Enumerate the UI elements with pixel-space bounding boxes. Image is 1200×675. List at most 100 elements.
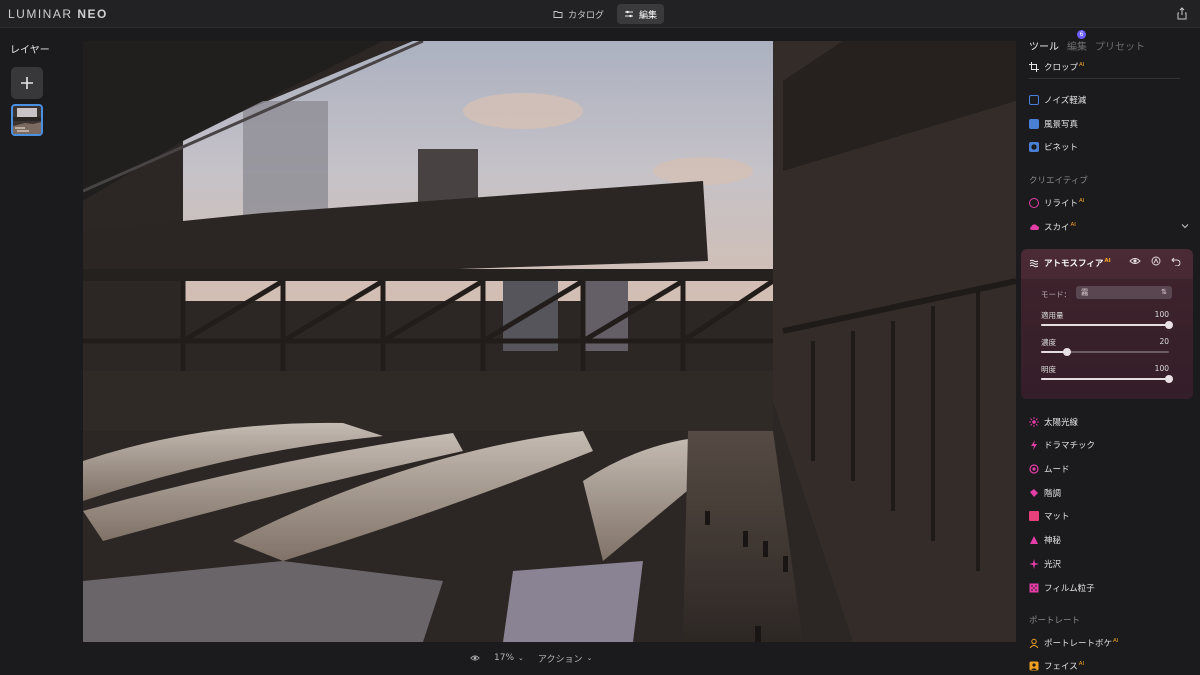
- tool-matte[interactable]: マット: [1029, 508, 1070, 524]
- layers-panel: レイヤー: [0, 28, 82, 675]
- tab-catalog[interactable]: カタログ: [546, 4, 611, 24]
- chevron-down-icon: ⌄: [586, 654, 593, 662]
- tool-face[interactable]: フェイスAI: [1029, 658, 1084, 674]
- tool-relight-label: リライトAI: [1044, 198, 1085, 209]
- bottom-bar: 17% ⌄ アクション ⌄: [470, 649, 592, 667]
- eye-icon: [470, 655, 480, 661]
- slider-knob[interactable]: [1062, 348, 1071, 356]
- reset-icon[interactable]: [1171, 256, 1181, 266]
- tool-portrait-bokeh[interactable]: ポートレートボケAI: [1029, 635, 1118, 651]
- tool-dramatic[interactable]: ドラマチック: [1029, 437, 1095, 453]
- app-window: LUMINAR NEO カタログ 編集 レイヤー 17% ⌄ アクション ⌄ ツ…: [0, 0, 1200, 675]
- tool-mystic-label: 神秘: [1044, 536, 1062, 546]
- actions-label: アクション: [537, 654, 583, 665]
- layer-thumbnail[interactable]: [11, 104, 43, 136]
- slider-fill: [1041, 324, 1169, 326]
- divider: [1029, 78, 1180, 79]
- glow-icon: [1029, 559, 1039, 569]
- edits-count-badge: 6: [1077, 30, 1086, 39]
- photo-image: [83, 41, 1016, 642]
- tool-noise-label: ノイズ軽減: [1044, 96, 1087, 106]
- tool-sunrays[interactable]: 太陽光線: [1029, 414, 1078, 430]
- atmosphere-controls: モード： 霧 ⇅ 適用量 100 濃度 20 明度 100: [1021, 279, 1193, 399]
- mystic-icon: [1030, 536, 1038, 544]
- section-creative: クリエイティブ: [1029, 176, 1088, 186]
- tool-vignette-label: ビネット: [1044, 143, 1079, 153]
- tool-glow-label: 光沢: [1044, 560, 1062, 570]
- tool-dramatic-label: ドラマチック: [1044, 441, 1096, 451]
- tab-edit[interactable]: 編集: [617, 4, 665, 24]
- tab-catalog-label: カタログ: [568, 10, 605, 21]
- tool-mystic[interactable]: 神秘: [1029, 532, 1061, 548]
- landscape-icon: [1029, 119, 1039, 129]
- sliders-icon: [625, 10, 634, 18]
- zoom-dropdown[interactable]: 17% ⌄: [494, 653, 524, 663]
- atmosphere-title: アトモスフィアAI: [1044, 258, 1111, 269]
- tab-edits[interactable]: 編集 6: [1067, 30, 1087, 53]
- tool-film-grain[interactable]: フィルム粒子: [1029, 580, 1095, 596]
- app-logo: LUMINAR NEO: [8, 7, 108, 21]
- slider-knob[interactable]: [1165, 375, 1173, 383]
- slider-amount-value: 100: [1154, 310, 1169, 319]
- mode-select[interactable]: 霧 ⇅: [1076, 286, 1172, 299]
- slider-lightness-label: 明度: [1041, 365, 1056, 374]
- slider-lightness-value: 100: [1154, 364, 1169, 373]
- photo-canvas[interactable]: [83, 41, 1016, 642]
- tool-sky-label: スカイAI: [1044, 222, 1076, 233]
- tab-tools[interactable]: ツール: [1029, 38, 1059, 53]
- cloud-icon: [1030, 224, 1039, 230]
- plus-icon: [21, 77, 33, 89]
- atmosphere-header[interactable]: アトモスフィアAI: [1029, 257, 1111, 269]
- tool-matte-label: マット: [1044, 512, 1070, 522]
- mood-icon: [1029, 464, 1039, 474]
- tool-crop-label: クロップAI: [1044, 62, 1085, 73]
- slider-knob[interactable]: [1165, 321, 1173, 329]
- mode-tabs: カタログ 編集: [546, 4, 665, 24]
- atmosphere-panel: アトモスフィアAI モード： 霧 ⇅ 適用量 100 濃度 20 明度 100: [1021, 249, 1193, 399]
- mode-value: 霧: [1081, 288, 1089, 297]
- bokeh-icon: [1029, 638, 1039, 648]
- mask-icon[interactable]: [1151, 256, 1161, 266]
- chevron-down-icon: ⌄: [518, 654, 524, 662]
- film-grain-icon: [1029, 583, 1039, 593]
- slider-density-label: 濃度: [1041, 338, 1056, 347]
- tab-edits-label: 編集: [1067, 42, 1087, 53]
- zoom-value: 17%: [494, 653, 515, 663]
- preview-toggle[interactable]: [470, 653, 480, 663]
- atmosphere-actions: [1129, 256, 1181, 266]
- tool-noise-reduction[interactable]: ノイズ軽減: [1029, 92, 1086, 108]
- top-bar: LUMINAR NEO カタログ 編集: [0, 0, 1200, 28]
- tool-vignette[interactable]: ビネット: [1029, 139, 1078, 155]
- tool-mood[interactable]: ムード: [1029, 461, 1070, 477]
- share-icon[interactable]: [1175, 7, 1189, 21]
- add-layer-button[interactable]: [11, 67, 43, 99]
- slider-track[interactable]: [1041, 321, 1173, 329]
- layers-title: レイヤー: [10, 45, 50, 56]
- slider-fill: [1041, 378, 1169, 380]
- chevron-down-icon[interactable]: [1181, 222, 1189, 230]
- sunrays-icon: [1029, 417, 1039, 427]
- slider-track[interactable]: [1041, 348, 1169, 356]
- tool-relight[interactable]: リライトAI: [1029, 195, 1084, 211]
- tool-glow[interactable]: 光沢: [1029, 556, 1061, 572]
- tool-portrait-bokeh-label: ポートレートボケAI: [1044, 638, 1119, 649]
- tool-crop[interactable]: クロップAI: [1029, 59, 1084, 75]
- crop-icon: [1029, 62, 1039, 72]
- tool-landscape[interactable]: 風景写真: [1029, 116, 1078, 132]
- tab-edit-label: 編集: [639, 10, 658, 21]
- actions-dropdown[interactable]: アクション ⌄: [538, 652, 592, 665]
- bucket-icon: [1030, 489, 1038, 497]
- tool-mood-label: ムード: [1044, 465, 1070, 475]
- noise-icon: [1029, 95, 1039, 105]
- folder-icon: [553, 11, 563, 18]
- tool-landscape-label: 風景写真: [1044, 120, 1079, 130]
- tool-sky[interactable]: スカイAI: [1029, 219, 1076, 235]
- eye-icon[interactable]: [1129, 256, 1141, 266]
- tab-presets[interactable]: プリセット: [1095, 38, 1145, 53]
- tool-face-label: フェイスAI: [1044, 661, 1085, 672]
- slider-track[interactable]: [1041, 375, 1173, 383]
- tool-film-grain-label: フィルム粒子: [1044, 584, 1095, 594]
- mode-label: モード：: [1041, 290, 1071, 299]
- tool-toning[interactable]: 階調: [1029, 485, 1061, 501]
- layer-thumbnail-image: [13, 106, 41, 134]
